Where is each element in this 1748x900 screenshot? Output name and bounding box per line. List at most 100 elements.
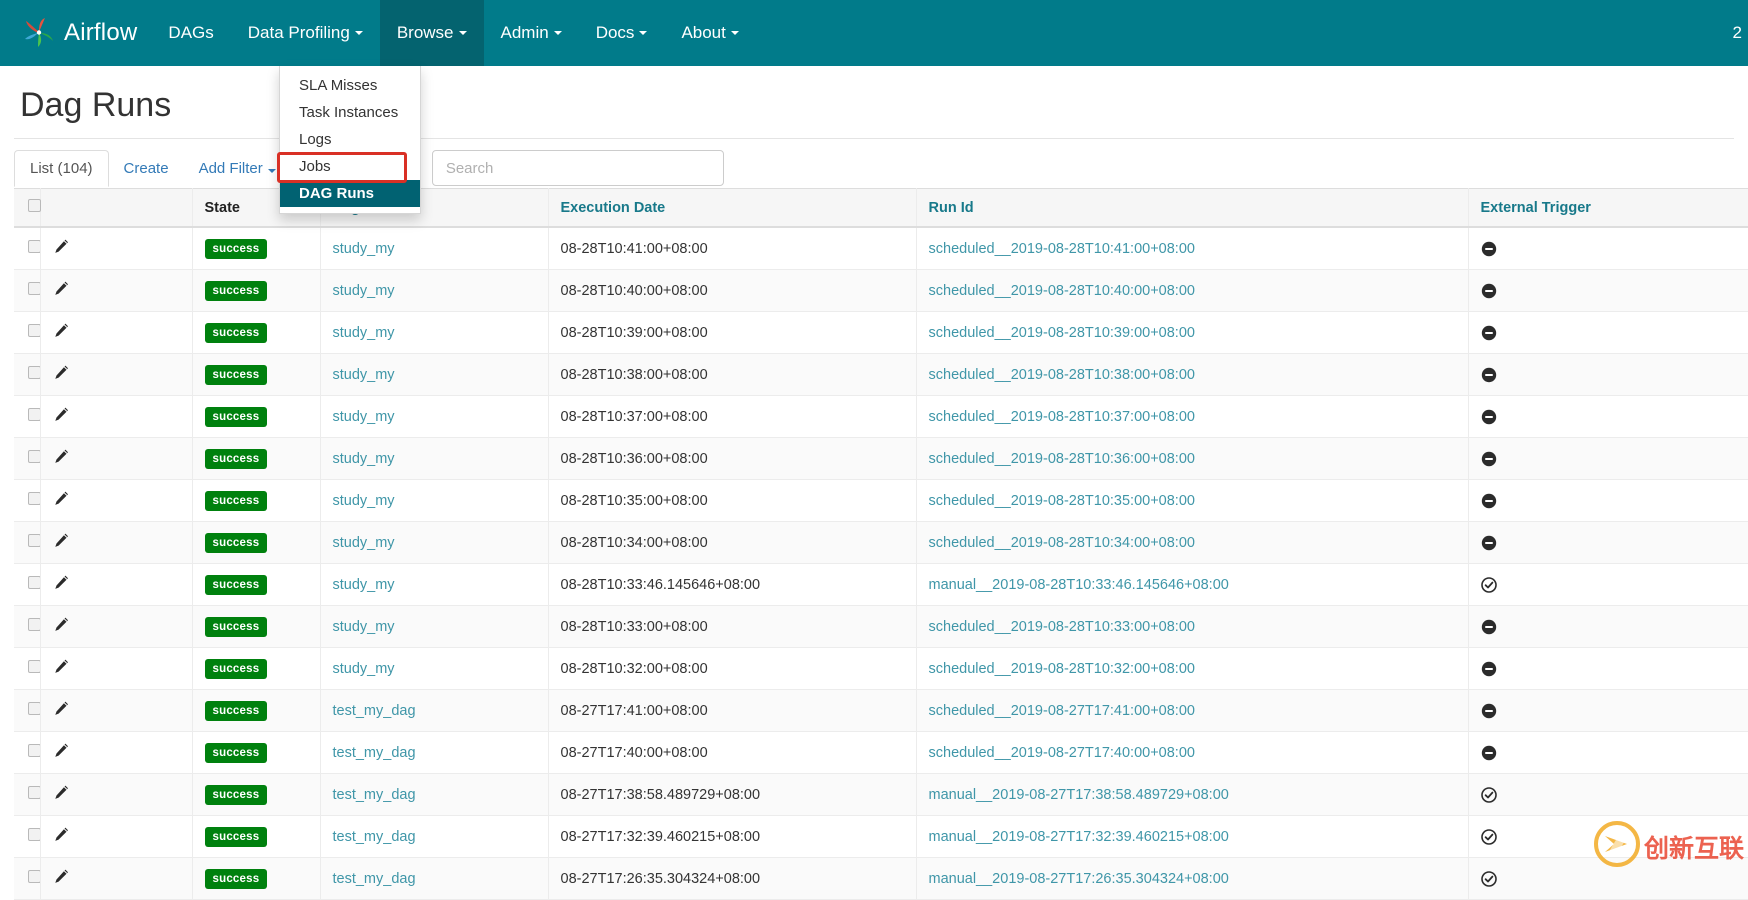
row-select-cell[interactable]: [14, 690, 40, 732]
row-dag-id-cell[interactable]: study_my: [320, 564, 548, 606]
pencil-icon[interactable]: [53, 658, 70, 675]
row-dag-id-cell[interactable]: study_my: [320, 480, 548, 522]
row-run-id-cell[interactable]: scheduled__2019-08-27T17:41:00+08:00: [916, 690, 1468, 732]
run-id-link[interactable]: manual__2019-08-27T17:26:35.304324+08:00: [929, 871, 1229, 887]
run-id-link[interactable]: scheduled__2019-08-28T10:32:00+08:00: [929, 661, 1195, 677]
dropdown-item-dag-runs[interactable]: DAG Runs: [280, 180, 420, 207]
pencil-icon[interactable]: [53, 364, 70, 381]
row-run-id-cell[interactable]: scheduled__2019-08-28T10:40:00+08:00: [916, 270, 1468, 312]
run-id-link[interactable]: scheduled__2019-08-28T10:34:00+08:00: [929, 535, 1195, 551]
dag-id-link[interactable]: study_my: [333, 241, 395, 257]
row-select-cell[interactable]: [14, 480, 40, 522]
row-checkbox[interactable]: [28, 534, 40, 547]
dag-id-link[interactable]: test_my_dag: [333, 703, 416, 719]
row-select-cell[interactable]: [14, 270, 40, 312]
pencil-icon[interactable]: [53, 238, 70, 255]
row-checkbox[interactable]: [28, 744, 40, 757]
pencil-icon[interactable]: [53, 574, 70, 591]
row-checkbox[interactable]: [28, 450, 40, 463]
header-external-trigger[interactable]: External Trigger: [1468, 189, 1748, 228]
dropdown-item-task-instances[interactable]: Task Instances: [280, 99, 420, 126]
row-dag-id-cell[interactable]: test_my_dag: [320, 858, 548, 900]
row-edit-cell[interactable]: [40, 522, 192, 564]
row-edit-cell[interactable]: [40, 354, 192, 396]
row-select-cell[interactable]: [14, 522, 40, 564]
pencil-icon[interactable]: [53, 826, 70, 843]
row-select-cell[interactable]: [14, 858, 40, 900]
run-id-link[interactable]: scheduled__2019-08-28T10:33:00+08:00: [929, 619, 1195, 635]
dag-id-link[interactable]: study_my: [333, 367, 395, 383]
run-id-link[interactable]: manual__2019-08-28T10:33:46.145646+08:00: [929, 577, 1229, 593]
dropdown-item-jobs[interactable]: Jobs: [280, 153, 420, 180]
row-dag-id-cell[interactable]: study_my: [320, 227, 548, 270]
row-dag-id-cell[interactable]: study_my: [320, 438, 548, 480]
header-execution-date[interactable]: Execution Date: [548, 189, 916, 228]
row-select-cell[interactable]: [14, 648, 40, 690]
row-run-id-cell[interactable]: scheduled__2019-08-28T10:32:00+08:00: [916, 648, 1468, 690]
row-run-id-cell[interactable]: scheduled__2019-08-28T10:37:00+08:00: [916, 396, 1468, 438]
row-run-id-cell[interactable]: manual__2019-08-27T17:32:39.460215+08:00: [916, 816, 1468, 858]
dag-id-link[interactable]: study_my: [333, 535, 395, 551]
pencil-icon[interactable]: [53, 742, 70, 759]
row-run-id-cell[interactable]: scheduled__2019-08-28T10:38:00+08:00: [916, 354, 1468, 396]
pencil-icon[interactable]: [53, 700, 70, 717]
pencil-icon[interactable]: [53, 490, 70, 507]
row-run-id-cell[interactable]: scheduled__2019-08-27T17:40:00+08:00: [916, 732, 1468, 774]
nav-item-data-profiling[interactable]: Data Profiling: [231, 0, 380, 66]
dag-id-link[interactable]: study_my: [333, 325, 395, 341]
row-select-cell[interactable]: [14, 774, 40, 816]
row-dag-id-cell[interactable]: study_my: [320, 648, 548, 690]
run-id-link[interactable]: scheduled__2019-08-28T10:38:00+08:00: [929, 367, 1195, 383]
run-id-link[interactable]: scheduled__2019-08-27T17:40:00+08:00: [929, 745, 1195, 761]
row-select-cell[interactable]: [14, 312, 40, 354]
row-dag-id-cell[interactable]: test_my_dag: [320, 732, 548, 774]
run-id-link[interactable]: manual__2019-08-27T17:32:39.460215+08:00: [929, 829, 1229, 845]
row-checkbox[interactable]: [28, 786, 40, 799]
row-checkbox[interactable]: [28, 240, 40, 253]
row-select-cell[interactable]: [14, 354, 40, 396]
row-checkbox[interactable]: [28, 492, 40, 505]
pencil-icon[interactable]: [53, 532, 70, 549]
row-edit-cell[interactable]: [40, 732, 192, 774]
row-checkbox[interactable]: [28, 660, 40, 673]
brand-home-link[interactable]: Airflow: [0, 0, 151, 66]
row-checkbox[interactable]: [28, 828, 40, 841]
row-dag-id-cell[interactable]: study_my: [320, 270, 548, 312]
header-select-all[interactable]: [14, 189, 40, 228]
dag-id-link[interactable]: test_my_dag: [333, 787, 416, 803]
row-edit-cell[interactable]: [40, 480, 192, 522]
nav-item-docs[interactable]: Docs: [579, 0, 665, 66]
run-id-link[interactable]: scheduled__2019-08-28T10:41:00+08:00: [929, 241, 1195, 257]
row-dag-id-cell[interactable]: study_my: [320, 354, 548, 396]
row-edit-cell[interactable]: [40, 312, 192, 354]
row-run-id-cell[interactable]: scheduled__2019-08-28T10:39:00+08:00: [916, 312, 1468, 354]
dropdown-item-logs[interactable]: Logs: [280, 126, 420, 153]
dag-id-link[interactable]: study_my: [333, 493, 395, 509]
run-id-link[interactable]: scheduled__2019-08-28T10:36:00+08:00: [929, 451, 1195, 467]
tab-list[interactable]: List (104): [14, 150, 109, 187]
run-id-link[interactable]: scheduled__2019-08-28T10:39:00+08:00: [929, 325, 1195, 341]
dag-id-link[interactable]: test_my_dag: [333, 871, 416, 887]
row-edit-cell[interactable]: [40, 816, 192, 858]
row-run-id-cell[interactable]: manual__2019-08-28T10:33:46.145646+08:00: [916, 564, 1468, 606]
search-input[interactable]: [444, 151, 712, 185]
pencil-icon[interactable]: [53, 868, 70, 885]
tab-add-filter[interactable]: Add Filter: [184, 151, 291, 186]
row-edit-cell[interactable]: [40, 438, 192, 480]
row-select-cell[interactable]: [14, 564, 40, 606]
dag-id-link[interactable]: test_my_dag: [333, 745, 416, 761]
row-checkbox[interactable]: [28, 576, 40, 589]
dag-id-link[interactable]: study_my: [333, 409, 395, 425]
row-select-cell[interactable]: [14, 227, 40, 270]
row-checkbox[interactable]: [28, 366, 40, 379]
dag-id-link[interactable]: test_my_dag: [333, 829, 416, 845]
row-run-id-cell[interactable]: scheduled__2019-08-28T10:33:00+08:00: [916, 606, 1468, 648]
row-edit-cell[interactable]: [40, 227, 192, 270]
dag-id-link[interactable]: study_my: [333, 577, 395, 593]
row-select-cell[interactable]: [14, 732, 40, 774]
pencil-icon[interactable]: [53, 784, 70, 801]
pencil-icon[interactable]: [53, 448, 70, 465]
row-run-id-cell[interactable]: scheduled__2019-08-28T10:41:00+08:00: [916, 227, 1468, 270]
row-checkbox[interactable]: [28, 282, 40, 295]
dropdown-item-sla-misses[interactable]: SLA Misses: [280, 72, 420, 99]
